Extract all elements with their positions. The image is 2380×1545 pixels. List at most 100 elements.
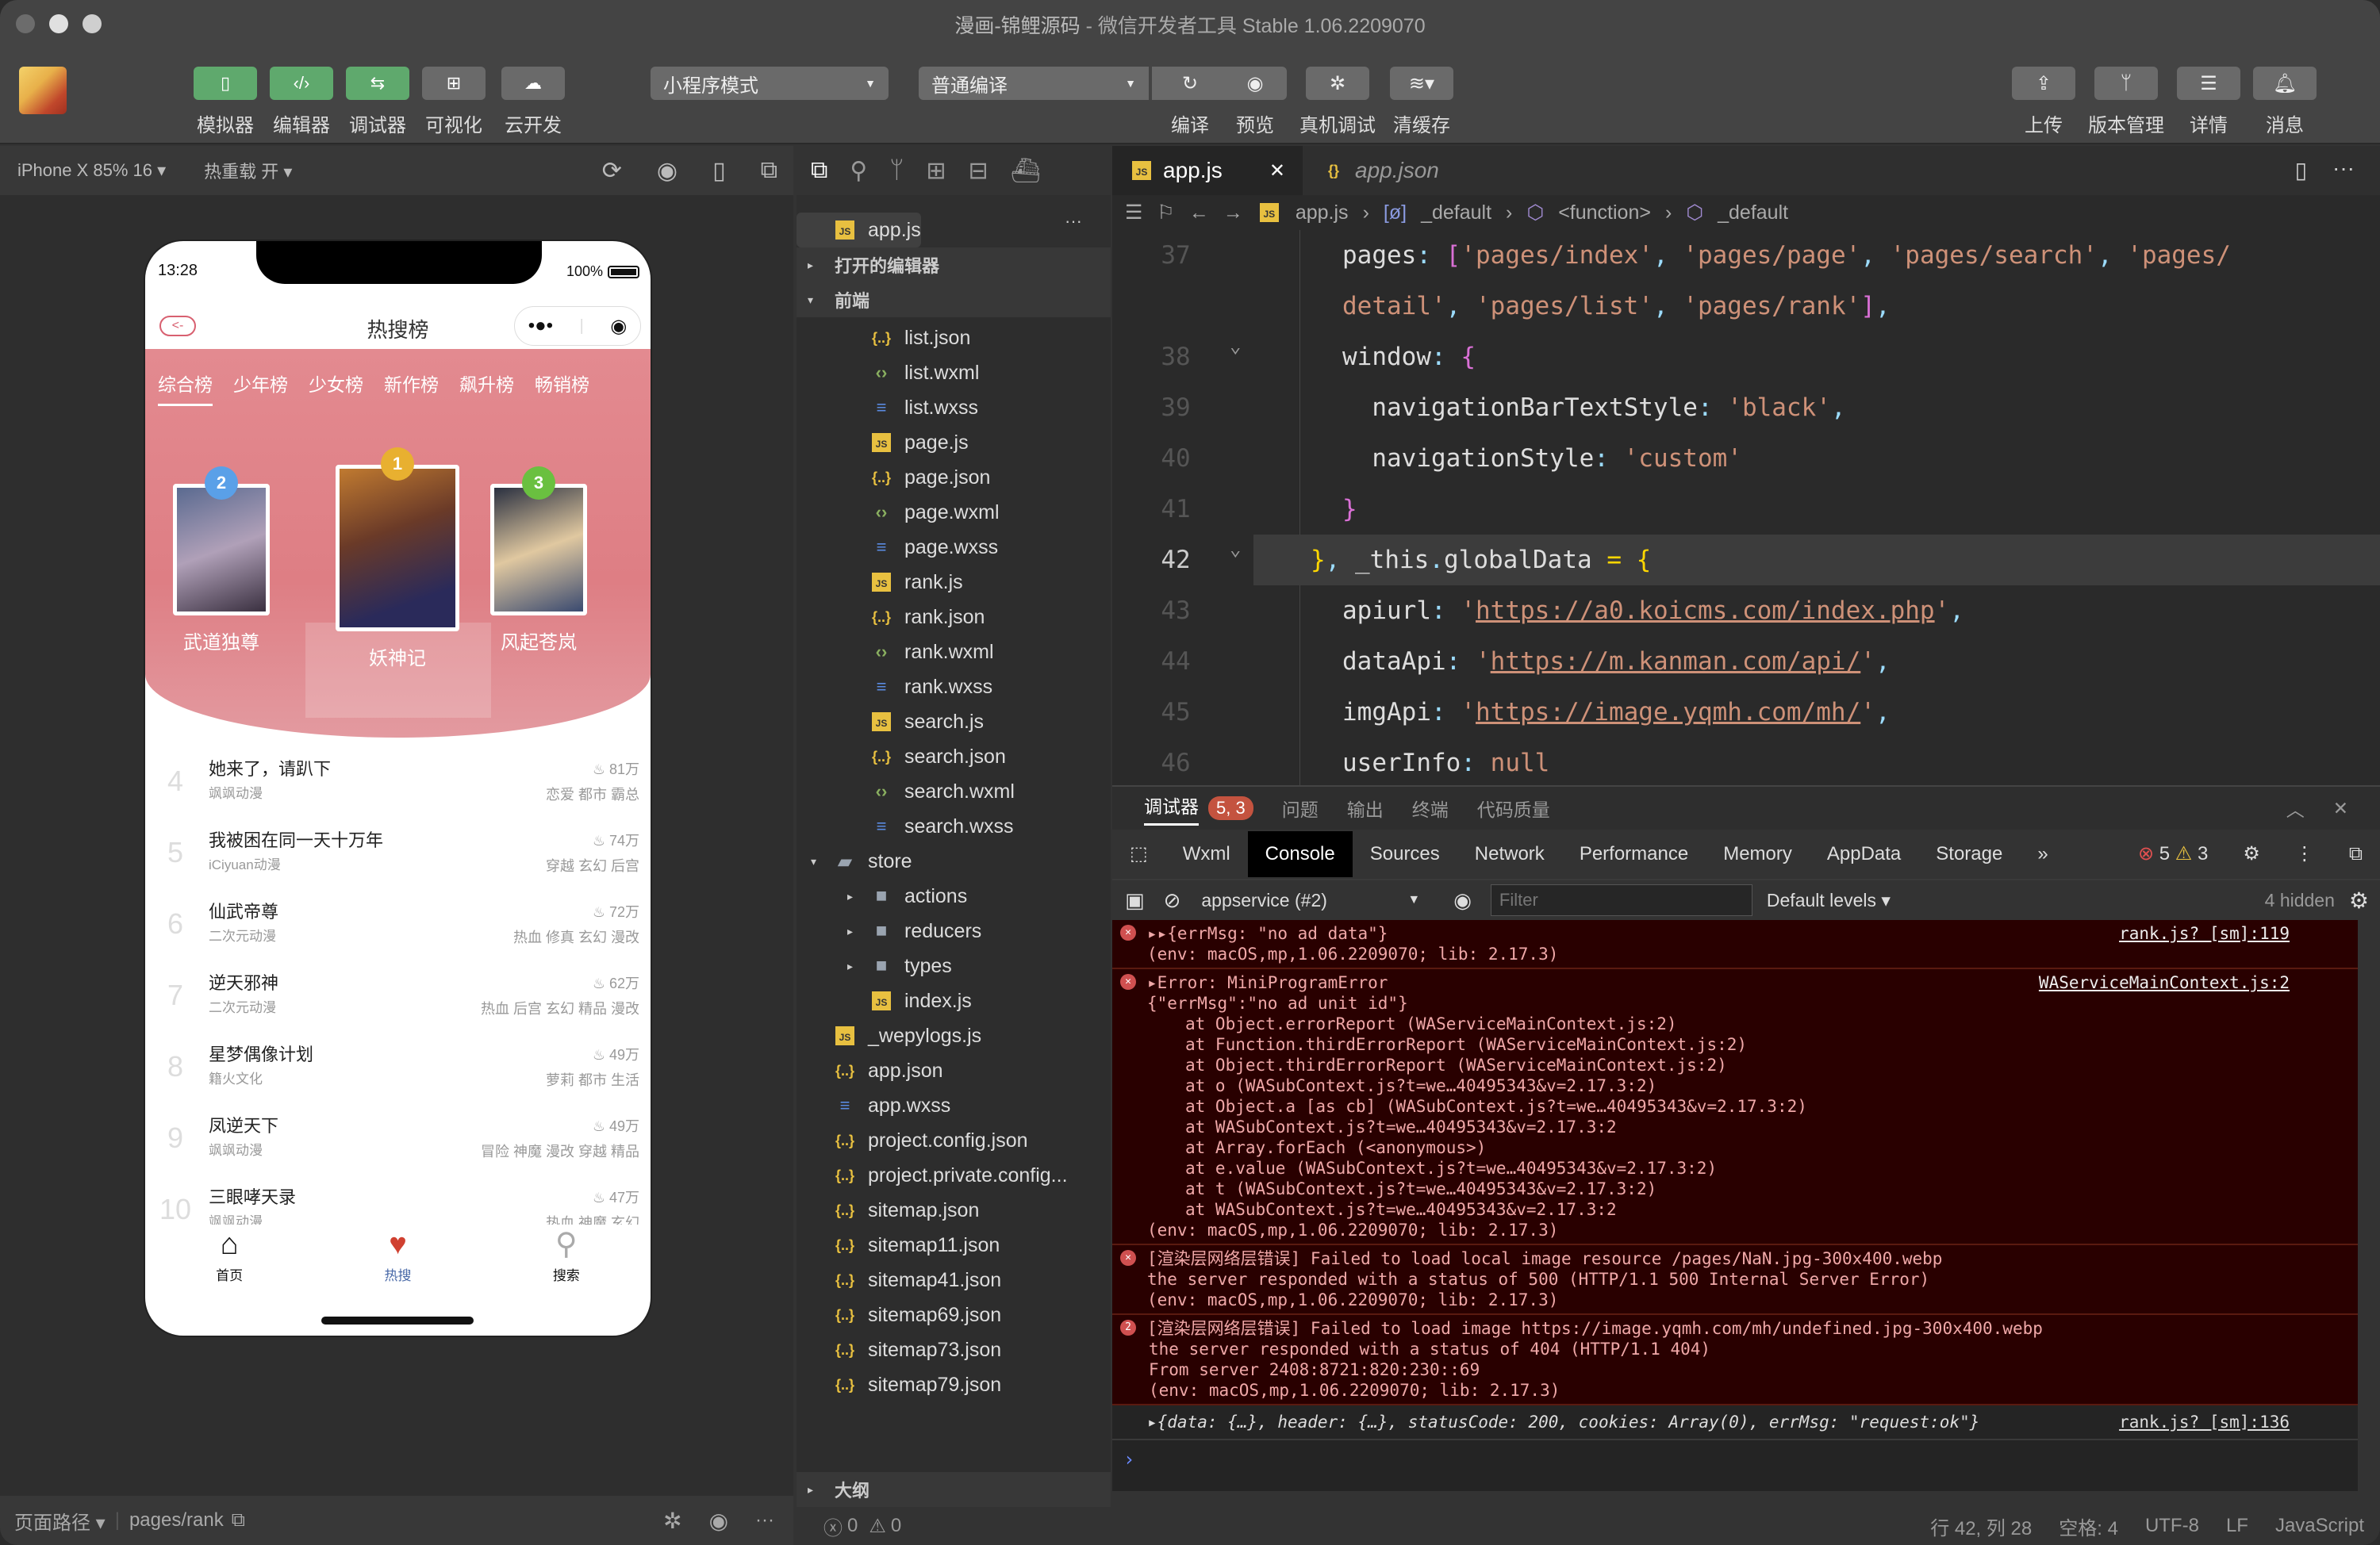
rank-tab[interactable]: 少年榜 bbox=[233, 370, 288, 397]
file-item[interactable]: ▸ ■ types bbox=[797, 949, 1111, 983]
file-item[interactable]: {..} project.config.json bbox=[797, 1123, 1111, 1158]
file-item[interactable]: ‹› rank.wxml bbox=[797, 634, 1111, 669]
rank-list-item[interactable]: 5 我被困在同一天十万年 iCiyuan动漫 ♨ 74万 穿越 玄幻 后宫 bbox=[145, 820, 651, 891]
file-item[interactable]: ‹› search.wxml bbox=[797, 774, 1111, 809]
record-icon[interactable]: ◉ bbox=[657, 157, 678, 185]
devtools-tab-storage[interactable]: Storage bbox=[1918, 831, 2020, 877]
tabbar-item[interactable]: ⚲ 搜索 bbox=[527, 1225, 606, 1296]
rank-list-item[interactable]: 9 凤逆天下 飒飒动漫 ♨ 49万 冒险 神魔 漫改 穿越 精品 bbox=[145, 1106, 651, 1177]
maximize-window-button[interactable] bbox=[83, 14, 102, 33]
breadcrumb-item[interactable]: app.js bbox=[1296, 201, 1349, 224]
mode-select[interactable]: 小程序模式 ▼ bbox=[651, 67, 889, 100]
devtools-tab-sources[interactable]: Sources bbox=[1353, 831, 1457, 877]
devtools-tab-wxml[interactable]: Wxml bbox=[1165, 831, 1248, 877]
file-item[interactable]: ‹› page.wxml bbox=[797, 495, 1111, 530]
source-link[interactable]: rank.js? [sm]:136 bbox=[2119, 1412, 2290, 1432]
issue-counts[interactable]: ⊗ 5 ⚠ 3 bbox=[2121, 831, 2225, 877]
layers-button[interactable]: ≋▾ bbox=[1390, 67, 1453, 100]
file-item[interactable]: {..} sitemap73.json bbox=[797, 1332, 1111, 1367]
search-icon[interactable]: ⚲ bbox=[850, 157, 867, 185]
file-item[interactable]: ‹› list.wxml bbox=[797, 355, 1111, 390]
split-editor-icon[interactable]: ▯ bbox=[2295, 157, 2307, 183]
back-arrow-icon[interactable]: ← bbox=[1189, 201, 1209, 224]
file-item[interactable]: {..} app.json bbox=[797, 1053, 1111, 1088]
file-item[interactable]: ≡ search.wxss bbox=[797, 809, 1111, 844]
file-item[interactable]: ≡ app.wxss bbox=[797, 1088, 1111, 1123]
file-item[interactable]: ▸ ■ reducers bbox=[797, 914, 1111, 949]
log-levels-select[interactable]: Default levels ▾ bbox=[1767, 890, 1891, 911]
source-control-icon[interactable]: ᛘ bbox=[889, 157, 904, 184]
file-item[interactable]: {..} search.json bbox=[797, 739, 1111, 774]
more-icon[interactable]: ··· bbox=[1065, 211, 1082, 232]
clear-console-icon[interactable]: ⊘ bbox=[1164, 888, 1181, 913]
page-path-select[interactable]: 页面路径 ▾ bbox=[14, 1507, 106, 1535]
device-select[interactable]: iPhone X 85% 16 ▾ bbox=[17, 160, 166, 181]
code-editor[interactable]: 37 pages: ['pages/index', 'pages/page', '… bbox=[1112, 230, 2380, 785]
devtools-tab-appdata[interactable]: AppData bbox=[1810, 831, 1918, 877]
file-item[interactable]: JS app.js bbox=[797, 213, 921, 247]
breadcrumb-item[interactable]: _default bbox=[1421, 201, 1491, 224]
hot-reload-select[interactable]: 热重载 开 ▾ bbox=[204, 158, 292, 183]
可视化-button[interactable]: ⊞ bbox=[422, 67, 486, 100]
file-item[interactable]: {..} rank.json bbox=[797, 600, 1111, 634]
breadcrumb-item[interactable]: _default bbox=[1718, 201, 1788, 224]
upload-button[interactable]: ⇪ bbox=[2012, 67, 2075, 100]
file-item[interactable]: ▸ ■ actions bbox=[797, 879, 1111, 914]
rank-tab[interactable]: 畅销榜 bbox=[535, 370, 589, 397]
sidebar-toggle-icon[interactable]: ▣ bbox=[1125, 888, 1145, 913]
extensions-icon[interactable]: ⊞ bbox=[926, 157, 946, 185]
outline-list-icon[interactable]: ☰ bbox=[1125, 201, 1142, 224]
minimize-window-button[interactable] bbox=[49, 14, 68, 33]
tab-app-json[interactable]: {} app.json bbox=[1304, 146, 1487, 195]
live-expression-icon[interactable]: ◉ bbox=[1453, 888, 1472, 913]
branch-button[interactable]: ᛘ bbox=[2094, 67, 2158, 100]
comic-cover[interactable] bbox=[336, 465, 459, 631]
panel-tab[interactable]: 输出 bbox=[1347, 795, 1384, 822]
eye-icon[interactable]: ◉ bbox=[709, 1508, 728, 1534]
files-icon[interactable]: ⧉ bbox=[811, 157, 827, 184]
rotate-icon[interactable]: ⟳ bbox=[602, 157, 622, 185]
forward-arrow-icon[interactable]: → bbox=[1223, 201, 1243, 224]
close-miniprogram-icon[interactable]: ◉ bbox=[610, 315, 627, 338]
bookmark-icon[interactable]: ⚐ bbox=[1157, 201, 1174, 224]
podium-item[interactable]: 3 风起苍岚 bbox=[459, 466, 618, 654]
file-item[interactable]: JS index.js bbox=[797, 983, 1111, 1018]
rank-list-item[interactable]: 4 她来了，请趴下 飒飒动漫 ♨ 81万 恋爱 都市 霸总 bbox=[145, 749, 651, 820]
comic-cover[interactable] bbox=[173, 484, 270, 615]
console-prompt[interactable]: › bbox=[1112, 1440, 2358, 1478]
menu-button[interactable]: ☰ bbox=[2177, 67, 2240, 100]
fold-chevron-icon[interactable]: ⌄ bbox=[1230, 335, 1241, 357]
tabbar-item[interactable]: ♥ 热搜 bbox=[358, 1225, 437, 1296]
settings-icon[interactable]: ⚙ bbox=[2225, 831, 2278, 877]
devtools-tab-performance[interactable]: Performance bbox=[1562, 831, 1706, 877]
collapse-panel-icon[interactable]: ︿ bbox=[2286, 795, 2305, 822]
more-actions-icon[interactable]: ··· bbox=[2332, 155, 2355, 181]
rank-tab[interactable]: 综合榜 bbox=[158, 370, 213, 406]
outline-section[interactable]: ▸ 大纲 bbox=[797, 1472, 1111, 1507]
source-link[interactable]: WAServiceMainContext.js:2 bbox=[2039, 972, 2290, 993]
file-item[interactable]: {..} page.json bbox=[797, 460, 1111, 495]
status-line-col[interactable]: 行 42, 列 28 bbox=[1930, 1512, 2032, 1540]
file-item[interactable]: {..} list.json bbox=[797, 320, 1111, 355]
devtools-tab-network[interactable]: Network bbox=[1457, 831, 1562, 877]
close-tab-icon[interactable]: ✕ bbox=[1269, 159, 1285, 182]
bug-icon[interactable]: ✲ bbox=[663, 1508, 681, 1534]
rank-tab[interactable]: 飙升榜 bbox=[459, 370, 514, 397]
devtools-tab-memory[interactable]: Memory bbox=[1706, 831, 1810, 877]
tab-app-js[interactable]: JS app.js ✕ bbox=[1112, 146, 1303, 195]
panel-tab[interactable]: 调试器 bbox=[1144, 792, 1199, 826]
模拟器-button[interactable]: ▯ bbox=[194, 67, 257, 100]
file-item[interactable]: ▾ ▰ store bbox=[797, 844, 1111, 879]
user-avatar[interactable] bbox=[19, 67, 67, 114]
refresh-button[interactable]: ↻ bbox=[1152, 67, 1228, 100]
breadcrumb-item[interactable]: <function> bbox=[1558, 201, 1651, 224]
podium-item[interactable]: 2 武道独尊 bbox=[145, 466, 301, 654]
bell-button[interactable]: 🔔︎ bbox=[2253, 67, 2317, 100]
rank-tab[interactable]: 少女榜 bbox=[309, 370, 363, 397]
status-eol[interactable]: LF bbox=[2226, 1515, 2248, 1537]
file-item[interactable]: {..} sitemap79.json bbox=[797, 1367, 1111, 1402]
status-encoding[interactable]: UTF-8 bbox=[2145, 1515, 2199, 1537]
detach-window-icon[interactable]: ⧉ bbox=[761, 157, 777, 184]
problems-status[interactable]: ⓧ 0 ⚠ 0 bbox=[797, 1507, 1111, 1545]
云开发-button[interactable]: ☁ bbox=[501, 67, 565, 100]
